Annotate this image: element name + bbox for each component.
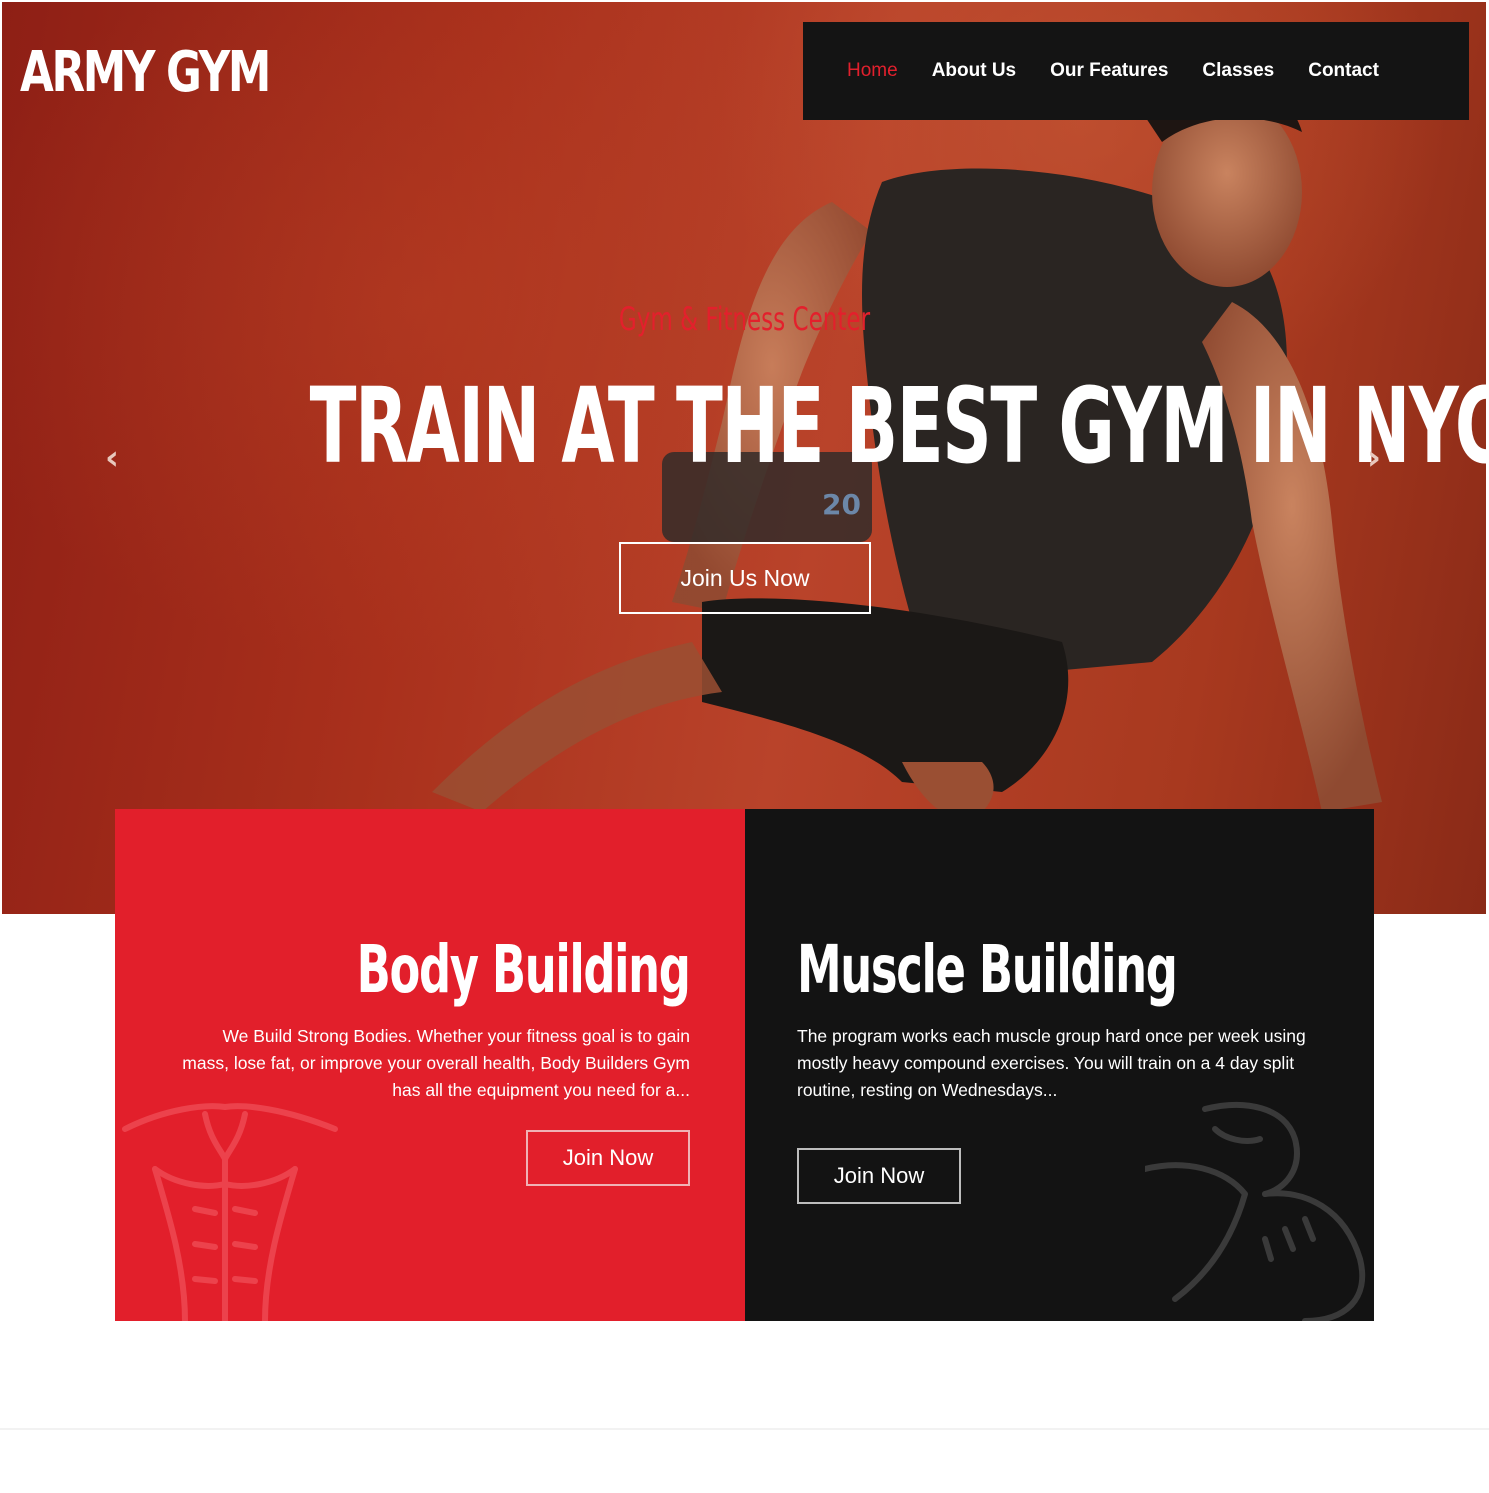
chevron-right-icon[interactable]: ›	[1367, 438, 1381, 478]
chevron-left-icon[interactable]: ‹	[105, 438, 119, 478]
hero-headline: TRAIN AT THE BEST GYM IN NYC	[2, 365, 1486, 487]
flexed-bicep-icon	[1145, 1101, 1366, 1321]
join-now-button[interactable]: Join Now	[797, 1148, 961, 1204]
hero-headline-text: TRAIN AT THE BEST GYM IN NYC	[309, 365, 1486, 487]
join-us-now-button[interactable]: Join Us Now	[619, 542, 871, 614]
nav-item-home[interactable]: Home	[847, 60, 898, 82]
hero-subtitle: Gym & Fitness Center	[2, 300, 1486, 338]
card-title: Body Building	[357, 931, 691, 1008]
card-title: Muscle Building	[797, 931, 1178, 1008]
torso-icon	[122, 1103, 338, 1321]
card-description: The program works each muscle group hard…	[797, 1026, 1306, 1100]
site-logo[interactable]: ARMY GYM	[20, 40, 271, 105]
hero-subtitle-text: Gym & Fitness Center	[618, 300, 870, 338]
card-description: We Build Strong Bodies. Whether your fit…	[182, 1026, 690, 1100]
nav-item-classes[interactable]: Classes	[1202, 60, 1274, 82]
nav-item-our-features[interactable]: Our Features	[1050, 60, 1168, 82]
main-nav: Home About Us Our Features Classes Conta…	[803, 22, 1469, 120]
muscle-building-card: Muscle Building The program works each m…	[745, 809, 1374, 1321]
svg-text:20: 20	[822, 488, 861, 521]
join-now-button[interactable]: Join Now	[526, 1130, 690, 1186]
nav-item-about-us[interactable]: About Us	[932, 60, 1016, 82]
hero-banner: 20 ARMY GYM Home About Us Our Features C…	[2, 2, 1486, 914]
nav-item-contact[interactable]: Contact	[1308, 60, 1379, 82]
body-building-card: Body Building We Build Strong Bodies. Wh…	[115, 809, 745, 1321]
section-divider	[0, 1428, 1489, 1430]
